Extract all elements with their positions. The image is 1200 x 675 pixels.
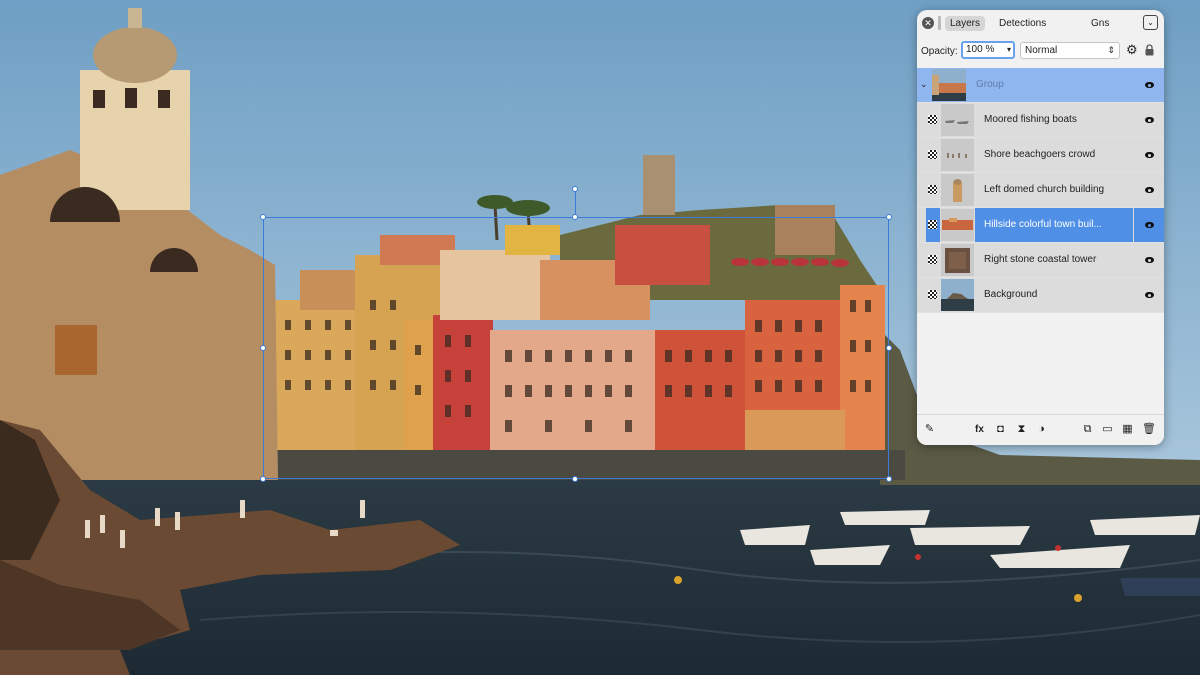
layer-options-bar: Opacity: 100 % ▾ Normal ⇕ ⚙	[917, 40, 1164, 62]
layer-row-selected[interactable]: Hillside colorful town buil...	[917, 208, 1164, 243]
eye-icon	[1144, 257, 1154, 263]
layer-row-group[interactable]: ⌄ Group	[917, 68, 1164, 103]
layer-thumbnail	[941, 279, 974, 311]
layer-name: Right stone coastal tower	[975, 243, 1133, 277]
eye-icon	[1144, 117, 1154, 123]
edit-icon[interactable]: ✎	[923, 423, 936, 436]
layer-thumbnail	[941, 174, 974, 206]
tab-detections[interactable]: Detections	[999, 16, 1046, 31]
resize-handle-right[interactable]	[886, 345, 892, 351]
layer-name: Background	[975, 278, 1133, 312]
layer-name: Left domed church building	[975, 173, 1133, 207]
layer-row[interactable]: Moored fishing boats	[917, 103, 1164, 138]
adjustment-icon[interactable]: ⧗	[1015, 423, 1028, 436]
chevron-down-icon: ▾	[1006, 45, 1011, 54]
checker-icon	[928, 220, 937, 229]
resize-handle-bottom-left[interactable]	[260, 476, 266, 482]
gear-icon[interactable]: ⚙	[1126, 42, 1138, 58]
close-panel-button[interactable]: ✕	[922, 17, 934, 29]
selection-bounding-box[interactable]	[263, 217, 889, 479]
layer-row[interactable]: Shore beachgoers crowd	[917, 138, 1164, 173]
close-icon: ✕	[924, 18, 932, 28]
lock-icon[interactable]	[1145, 44, 1154, 56]
layers-panel: ✕ Layers Detections Gns ⌄ Opacity: 100 %…	[917, 10, 1164, 445]
rotation-handle-line	[575, 190, 576, 217]
panel-tab-bar: ✕ Layers Detections Gns ⌄	[917, 10, 1164, 36]
eye-icon	[1144, 292, 1154, 298]
layer-thumbnail	[932, 69, 966, 101]
checker-icon	[928, 255, 937, 264]
layer-row[interactable]: Left domed church building	[917, 173, 1164, 208]
layer-name: Shore beachgoers crowd	[975, 138, 1133, 172]
layer-row[interactable]: Background	[917, 278, 1164, 313]
layer-name: Group	[967, 68, 1133, 102]
eye-icon	[1144, 152, 1154, 158]
resize-handle-top-right[interactable]	[886, 214, 892, 220]
checker-icon	[928, 290, 937, 299]
trash-icon[interactable]: 🗑	[1142, 423, 1156, 436]
blend-mode-select[interactable]: Normal ⇕	[1020, 42, 1120, 59]
chevron-down-icon: ⌄	[1147, 18, 1154, 27]
visibility-toggle[interactable]	[1134, 138, 1164, 172]
panel-footer-toolbar: ✎ fx ◘ ⧗ ◑ ⧉ ▭ ▦ 🗑	[917, 414, 1164, 445]
opacity-label: Opacity:	[921, 46, 958, 57]
tab-gns[interactable]: Gns	[1091, 16, 1109, 31]
opacity-input[interactable]: 100 % ▾	[961, 41, 1015, 59]
layer-name: Moored fishing boats	[975, 103, 1133, 137]
chevron-down-icon[interactable]: ⌄	[920, 79, 928, 90]
eye-icon	[1144, 187, 1154, 193]
folder-icon[interactable]: ▭	[1101, 423, 1114, 436]
resize-handle-top-left[interactable]	[260, 214, 266, 220]
visibility-toggle[interactable]	[1134, 103, 1164, 137]
eye-icon	[1144, 82, 1154, 88]
resize-handle-bottom-right[interactable]	[886, 476, 892, 482]
resize-handle-bottom[interactable]	[572, 476, 578, 482]
visibility-toggle[interactable]	[1134, 278, 1164, 312]
layer-thumbnail	[941, 209, 974, 241]
updown-chevron-icon: ⇕	[1107, 45, 1115, 55]
layer-name: Hillside colorful town buil...	[975, 208, 1133, 242]
resize-handle-left[interactable]	[260, 345, 266, 351]
layer-thumbnail	[941, 104, 974, 136]
add-layer-icon[interactable]: ⧉	[1081, 423, 1094, 436]
checker-icon	[928, 185, 937, 194]
rotation-handle[interactable]	[572, 186, 578, 192]
layer-thumbnail	[941, 244, 974, 276]
layer-thumbnail	[941, 139, 974, 171]
tab-layers[interactable]: Layers	[945, 16, 986, 31]
resize-handle-top[interactable]	[572, 214, 578, 220]
eye-icon	[1144, 222, 1154, 228]
visibility-toggle[interactable]	[1134, 68, 1164, 102]
opacity-value: 100 %	[966, 44, 995, 55]
blend-mode-value: Normal	[1025, 45, 1058, 56]
layer-list: ⌄ Group Moored fishing boats Shore beach…	[917, 68, 1164, 313]
visibility-toggle[interactable]	[1134, 173, 1164, 207]
checker-icon	[928, 150, 937, 159]
checker-icon	[928, 115, 937, 124]
panel-menu-button[interactable]: ⌄	[1143, 15, 1158, 30]
contrast-icon[interactable]: ◑	[1035, 423, 1048, 436]
panel-grip[interactable]	[938, 16, 941, 30]
visibility-toggle[interactable]	[1134, 208, 1164, 242]
visibility-toggle[interactable]	[1134, 243, 1164, 277]
layer-row[interactable]: Right stone coastal tower	[917, 243, 1164, 278]
checker-icon[interactable]: ▦	[1121, 423, 1134, 436]
fx-icon[interactable]: fx	[973, 423, 986, 436]
mask-icon[interactable]: ◘	[994, 423, 1007, 436]
